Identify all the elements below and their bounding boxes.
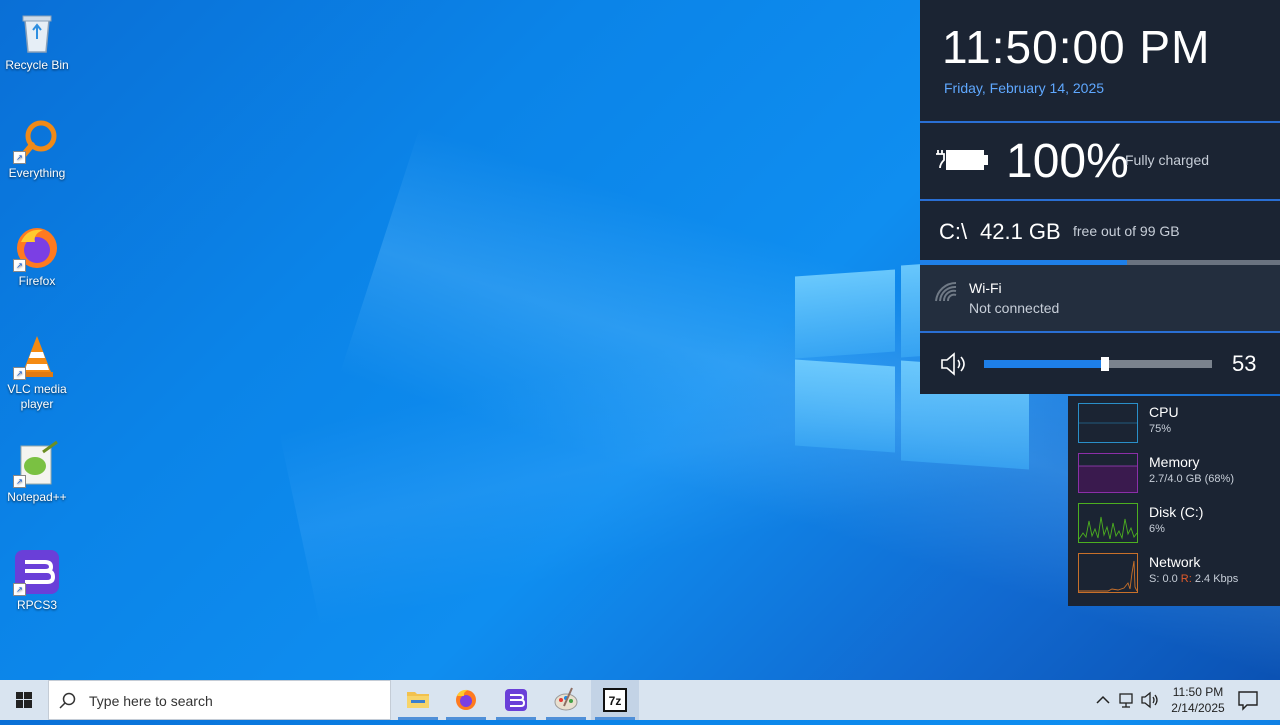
taskbar-app-file-explorer[interactable] <box>394 680 442 720</box>
divider <box>920 121 1280 123</box>
tray-date: 2/14/2025 <box>1171 701 1225 715</box>
perf-value: 2.7/4.0 GB (68%) <box>1149 473 1234 485</box>
notepadpp-icon: ↗ <box>13 440 61 488</box>
cpu-graph <box>1078 403 1138 443</box>
desktop-icon-notepadpp[interactable]: ↗ Notepad++ <box>0 436 74 505</box>
divider <box>920 199 1280 201</box>
desktop-icon-label: VLC media player <box>7 382 67 411</box>
volume-slider-thumb[interactable] <box>1100 357 1109 371</box>
file-explorer-icon <box>407 692 429 708</box>
taskbar-app-firefox[interactable] <box>442 680 490 720</box>
volume-icon[interactable] <box>1140 690 1160 710</box>
volume-slider[interactable] <box>984 357 1212 371</box>
firefox-icon: ↗ <box>13 224 61 272</box>
desktop-icon-label: Recycle Bin <box>5 58 69 72</box>
battery-percent: 100% <box>1006 135 1129 188</box>
recycle-bin-icon <box>13 8 61 56</box>
taskbar-app-rpcs3[interactable] <box>492 680 540 720</box>
desktop-icon-everything[interactable]: ↗ Everything <box>0 112 74 181</box>
tray-time: 11:50 PM <box>1172 685 1224 699</box>
rpcs3-icon <box>505 689 527 711</box>
battery-plug-icon <box>936 150 988 170</box>
divider <box>920 331 1280 333</box>
perf-value: 6% <box>1149 523 1165 535</box>
vlc-icon: ↗ <box>13 332 61 380</box>
perf-name: Memory <box>1149 454 1200 470</box>
perf-item-network: Network S: 0.0 R: 2.4 Kbps <box>1068 546 1280 596</box>
wifi-icon <box>935 281 957 302</box>
perf-name: CPU <box>1149 404 1179 420</box>
perf-item-memory: Memory 2.7/4.0 GB (68%) <box>1068 446 1280 496</box>
disk-total-label: free out of 99 GB <box>1073 223 1180 239</box>
desktop-icon-label: Everything <box>8 166 66 180</box>
network-graph <box>1078 553 1138 593</box>
taskbar-app-7zip[interactable]: 7z <box>591 680 639 720</box>
desktop-icon-label: Firefox <box>18 274 56 288</box>
notification-center-icon[interactable] <box>1236 688 1260 712</box>
perf-name: Network <box>1149 554 1201 570</box>
system-info-flyout: 11:50:00 PM Friday, February 14, 2025 10… <box>920 0 1280 394</box>
shortcut-arrow-icon: ↗ <box>13 583 26 596</box>
clock-date: Friday, February 14, 2025 <box>944 80 1105 96</box>
svg-text:7z: 7z <box>609 694 622 708</box>
perf-item-disk: Disk (C:) 6% <box>1068 496 1280 546</box>
wifi-name: Wi-Fi <box>969 280 1002 296</box>
desktop-icon-label: RPCS3 <box>16 598 57 612</box>
taskbar-search-box[interactable]: Type here to search <box>48 680 391 720</box>
firefox-icon <box>456 689 476 710</box>
disk-drive-letter: C:\ <box>939 219 968 244</box>
desktop-icon-vlc[interactable]: ↗ VLC media player <box>0 328 74 412</box>
tray-clock[interactable]: 11:50 PM 2/14/2025 <box>1168 684 1228 716</box>
shortcut-arrow-icon: ↗ <box>13 475 26 488</box>
volume-slider-fill <box>984 360 1105 368</box>
chevron-up-icon[interactable] <box>1093 690 1113 710</box>
battery-status: Fully charged <box>1125 152 1210 168</box>
disk-graph <box>1078 503 1138 543</box>
everything-search-icon: ↗ <box>13 116 61 164</box>
windows-start-icon <box>16 692 32 708</box>
perf-value: S: 0.0 R: 2.4 Kbps <box>1149 573 1239 585</box>
search-placeholder: Type here to search <box>89 693 213 709</box>
paint-icon <box>554 687 578 711</box>
desktop-icon-label: Notepad++ <box>7 490 67 504</box>
memory-graph <box>1078 453 1138 493</box>
shortcut-arrow-icon: ↗ <box>13 367 26 380</box>
search-icon <box>59 692 76 709</box>
perf-value: 75% <box>1149 423 1172 435</box>
wifi-tile[interactable]: Wi-Fi Not connected <box>920 265 1280 331</box>
speaker-icon[interactable] <box>940 352 968 376</box>
volume-value: 53 <box>1232 351 1257 376</box>
perf-item-cpu: CPU 75% <box>1068 396 1280 446</box>
network-icon[interactable] <box>1117 690 1137 710</box>
wifi-status: Not connected <box>969 300 1060 316</box>
start-button[interactable] <box>0 680 48 720</box>
7zip-icon: 7z <box>603 688 627 712</box>
desktop-icon-rpcs3[interactable]: ↗ RPCS3 <box>0 544 74 613</box>
performance-monitor: CPU 75% Memory 2.7/4.0 GB (68%) Disk (C:… <box>1068 396 1280 606</box>
shortcut-arrow-icon: ↗ <box>13 151 26 164</box>
rpcs3-icon: ↗ <box>13 548 61 596</box>
disk-usage-row: C:\ 42.1 GB free out of 99 GB <box>920 203 1280 261</box>
clock-time: 11:50:00 PM <box>942 21 1211 73</box>
shortcut-arrow-icon: ↗ <box>13 259 26 272</box>
taskbar: Type here to search 7z 11:50 PM 2/14/202… <box>0 680 1280 720</box>
disk-free-space: 42.1 GB <box>980 219 1061 244</box>
taskbar-app-paint[interactable] <box>542 680 590 720</box>
desktop-icon-firefox[interactable]: ↗ Firefox <box>0 220 74 289</box>
perf-name: Disk (C:) <box>1149 504 1204 520</box>
desktop-icon-recycle-bin[interactable]: Recycle Bin <box>0 4 74 73</box>
